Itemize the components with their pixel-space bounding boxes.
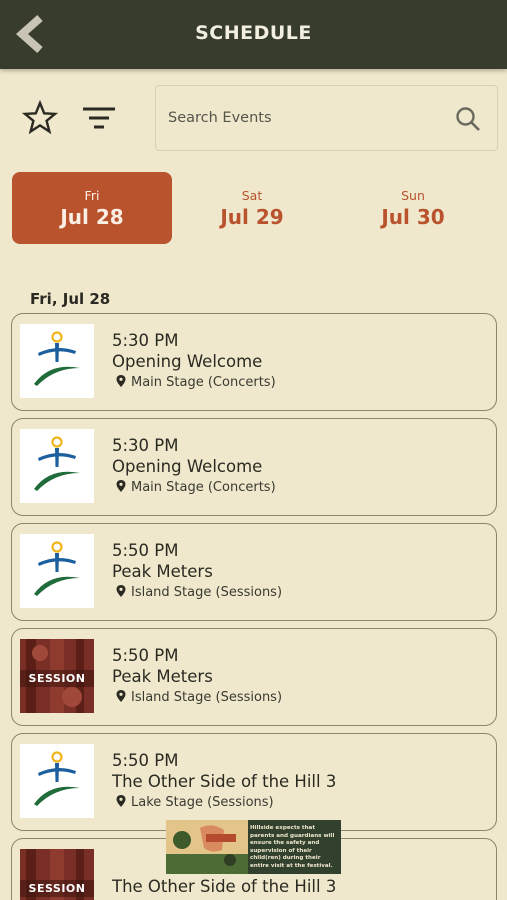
event-time: 5:30 PM bbox=[112, 436, 179, 455]
date-tab-date: Jul 29 bbox=[220, 205, 284, 229]
event-thumbnail bbox=[20, 744, 94, 818]
event-time: 5:50 PM bbox=[112, 541, 179, 560]
event-location: Lake Stage (Sessions) bbox=[116, 795, 274, 810]
event-location-text: Lake Stage (Sessions) bbox=[131, 795, 274, 810]
session-label: SESSION bbox=[20, 880, 94, 897]
event-location: Island Stage (Sessions) bbox=[116, 690, 282, 705]
event-location-text: Main Stage (Concerts) bbox=[131, 480, 276, 495]
date-tab-dow: Fri bbox=[84, 188, 100, 203]
event-thumbnail: SESSION bbox=[20, 849, 94, 900]
event-location-text: Island Stage (Sessions) bbox=[131, 690, 283, 705]
event-thumbnail bbox=[20, 534, 94, 608]
search-icon bbox=[456, 107, 480, 131]
event-title: The Other Side of the Hill 3 bbox=[112, 772, 337, 791]
event-thumbnail: SESSION bbox=[20, 639, 94, 713]
event-title: Peak Meters bbox=[112, 667, 213, 686]
event-thumbnail bbox=[20, 324, 94, 398]
filter-button[interactable] bbox=[80, 100, 118, 136]
festival-logo-icon bbox=[34, 331, 80, 386]
event-title: The Other Side of the Hill 3 bbox=[112, 877, 337, 896]
section-date-header: Fri, Jul 28 bbox=[30, 290, 111, 308]
star-outline-icon bbox=[21, 99, 59, 135]
event-title: Opening Welcome bbox=[112, 457, 263, 476]
favorites-button[interactable] bbox=[21, 99, 59, 136]
ad-text: Hillside expects that parents and guardi… bbox=[250, 825, 335, 869]
search-input[interactable] bbox=[168, 104, 438, 132]
event-card[interactable]: 5:30 PM Opening Welcome Main Stage (Conc… bbox=[11, 313, 497, 411]
event-time: 5:30 PM bbox=[112, 331, 179, 350]
festival-logo-icon bbox=[34, 436, 80, 491]
event-card[interactable]: 5:50 PM The Other Side of the Hill 3 Lak… bbox=[11, 733, 497, 831]
ad-illustration-icon bbox=[166, 820, 248, 874]
map-pin-icon bbox=[116, 375, 126, 387]
festival-logo-icon bbox=[34, 541, 80, 596]
event-location: Island Stage (Sessions) bbox=[116, 585, 282, 600]
event-card[interactable]: SESSION 5:50 PM Peak Meters Island Stage… bbox=[11, 628, 497, 726]
date-tab-date: Jul 30 bbox=[381, 205, 445, 229]
session-label: SESSION bbox=[20, 670, 94, 687]
map-pin-icon bbox=[116, 480, 126, 492]
map-pin-icon bbox=[116, 585, 126, 597]
event-time: 5:50 PM bbox=[112, 751, 179, 770]
date-tab-dow: Sun bbox=[401, 188, 425, 203]
event-title: Peak Meters bbox=[112, 562, 213, 581]
event-thumbnail bbox=[20, 429, 94, 503]
date-tab-date: Jul 28 bbox=[60, 205, 124, 229]
page-title: SCHEDULE bbox=[195, 22, 312, 44]
date-tab-dow: Sat bbox=[241, 188, 263, 203]
event-card[interactable]: 5:30 PM Opening Welcome Main Stage (Conc… bbox=[11, 418, 497, 516]
date-tab-sat[interactable]: Sat Jul 29 bbox=[172, 172, 332, 244]
event-location-text: Main Stage (Concerts) bbox=[131, 375, 276, 390]
ad-banner[interactable]: Hillside expects that parents and guardi… bbox=[166, 820, 341, 874]
event-location: Main Stage (Concerts) bbox=[116, 375, 276, 390]
app-header: SCHEDULE bbox=[0, 0, 507, 69]
event-card[interactable]: 5:50 PM Peak Meters Island Stage (Sessio… bbox=[11, 523, 497, 621]
map-pin-icon bbox=[116, 795, 126, 807]
search-button[interactable] bbox=[455, 106, 481, 132]
event-title: Opening Welcome bbox=[112, 352, 263, 371]
search-box bbox=[155, 85, 498, 151]
event-location: Main Stage (Concerts) bbox=[116, 480, 276, 495]
event-time: 5:50 PM bbox=[112, 646, 179, 665]
date-tab-fri[interactable]: Fri Jul 28 bbox=[12, 172, 172, 244]
filter-icon bbox=[83, 107, 115, 129]
event-location-text: Island Stage (Sessions) bbox=[131, 585, 283, 600]
map-pin-icon bbox=[116, 690, 126, 702]
festival-logo-icon bbox=[34, 751, 80, 806]
date-tab-sun[interactable]: Sun Jul 30 bbox=[333, 172, 493, 244]
